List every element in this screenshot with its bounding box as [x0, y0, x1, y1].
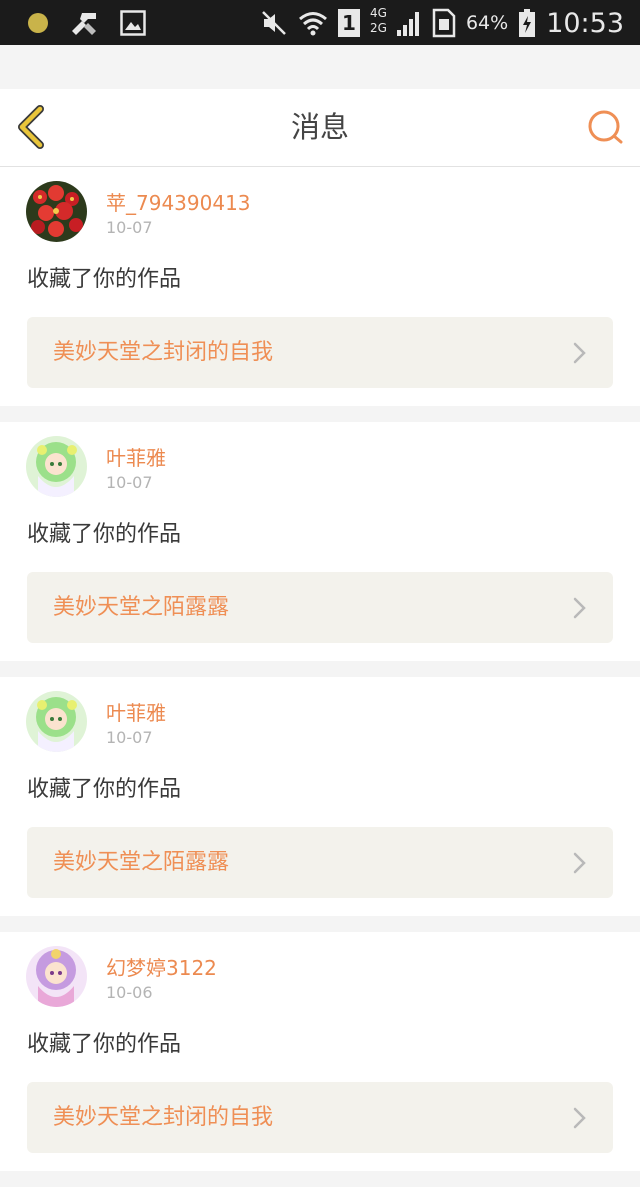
anime-girl-green-avatar-icon — [26, 691, 87, 752]
header-bar: 消息 — [0, 89, 640, 167]
chevron-right-icon — [573, 597, 586, 619]
work-title: 美妙天堂之陌露露 — [53, 850, 230, 875]
message-card: 幻梦婷3122 10-06 收藏了你的作品 美妙天堂之封闭的自我 — [0, 932, 640, 1171]
anime-girl-green-avatar-icon — [26, 436, 87, 497]
work-link[interactable]: 美妙天堂之陌露露 — [27, 827, 613, 898]
wifi-icon — [298, 10, 328, 36]
message-list: 苹_794390413 10-07 收藏了你的作品 美妙天堂之封闭的自我 叶菲雅… — [0, 167, 640, 1187]
red-flowers-avatar-icon — [26, 181, 87, 242]
work-title: 美妙天堂之封闭的自我 — [53, 1105, 274, 1130]
username[interactable]: 幻梦婷3122 — [106, 952, 217, 981]
username[interactable]: 苹_794390413 — [106, 187, 251, 216]
message-date: 10-06 — [106, 983, 153, 1002]
message-card: 叶菲雅 10-07 收藏了你的作品 美妙天堂之陌露露 — [0, 422, 640, 661]
back-arrow-icon — [18, 105, 44, 149]
search-icon — [588, 110, 623, 144]
message-date: 10-07 — [106, 473, 153, 492]
top-spacer — [0, 45, 640, 89]
back-button[interactable] — [14, 105, 54, 149]
mute-icon — [260, 9, 288, 37]
message-card: 苹_794390413 10-07 收藏了你的作品 美妙天堂之封闭的自我 — [0, 167, 640, 406]
work-title: 美妙天堂之陌露露 — [53, 595, 230, 620]
work-link[interactable]: 美妙天堂之封闭的自我 — [27, 317, 613, 388]
work-link[interactable]: 美妙天堂之封闭的自我 — [27, 1082, 613, 1153]
status-bar: 1 4G 2G 64% 10:53 — [0, 0, 640, 45]
signal-icon: 4G 2G — [370, 6, 422, 40]
network-type-label: 4G 2G — [369, 6, 387, 35]
message-header: 叶菲雅 10-07 — [0, 422, 640, 502]
sim-number: 1 — [341, 11, 356, 35]
chevron-right-icon — [573, 342, 586, 364]
avatar[interactable] — [26, 946, 87, 1007]
sim-slot-icon: 1 — [337, 9, 360, 37]
battery-charging-icon — [518, 8, 536, 38]
work-title: 美妙天堂之封闭的自我 — [53, 340, 274, 365]
anime-girl-purple-avatar-icon — [26, 946, 87, 1007]
sim-card-icon — [432, 8, 456, 38]
message-date: 10-07 — [106, 728, 153, 747]
message-header: 幻梦婷3122 10-06 — [0, 932, 640, 1012]
avatar[interactable] — [26, 436, 87, 497]
message-card: 叶菲雅 10-07 收藏了你的作品 美妙天堂之陌露露 — [0, 677, 640, 916]
chevron-right-icon — [573, 852, 586, 874]
action-text: 收藏了你的作品 — [27, 777, 182, 802]
image-icon — [120, 10, 146, 36]
username[interactable]: 叶菲雅 — [106, 697, 166, 726]
action-text: 收藏了你的作品 — [27, 522, 182, 547]
avatar[interactable] — [26, 691, 87, 752]
message-header: 苹_794390413 10-07 — [0, 167, 640, 247]
work-link[interactable]: 美妙天堂之陌露露 — [27, 572, 613, 643]
search-button[interactable] — [586, 108, 626, 148]
username[interactable]: 叶菲雅 — [106, 442, 166, 471]
action-text: 收藏了你的作品 — [27, 267, 182, 292]
battery-percent: 64% — [465, 12, 509, 34]
clock: 10:53 — [546, 7, 624, 39]
tools-icon — [68, 9, 100, 37]
chevron-right-icon — [573, 1107, 586, 1129]
avatar[interactable] — [26, 181, 87, 242]
page-title: 消息 — [290, 110, 349, 144]
message-header: 叶菲雅 10-07 — [0, 677, 640, 757]
notification-dot-icon — [28, 13, 48, 33]
action-text: 收藏了你的作品 — [27, 1032, 182, 1057]
message-date: 10-07 — [106, 218, 153, 237]
